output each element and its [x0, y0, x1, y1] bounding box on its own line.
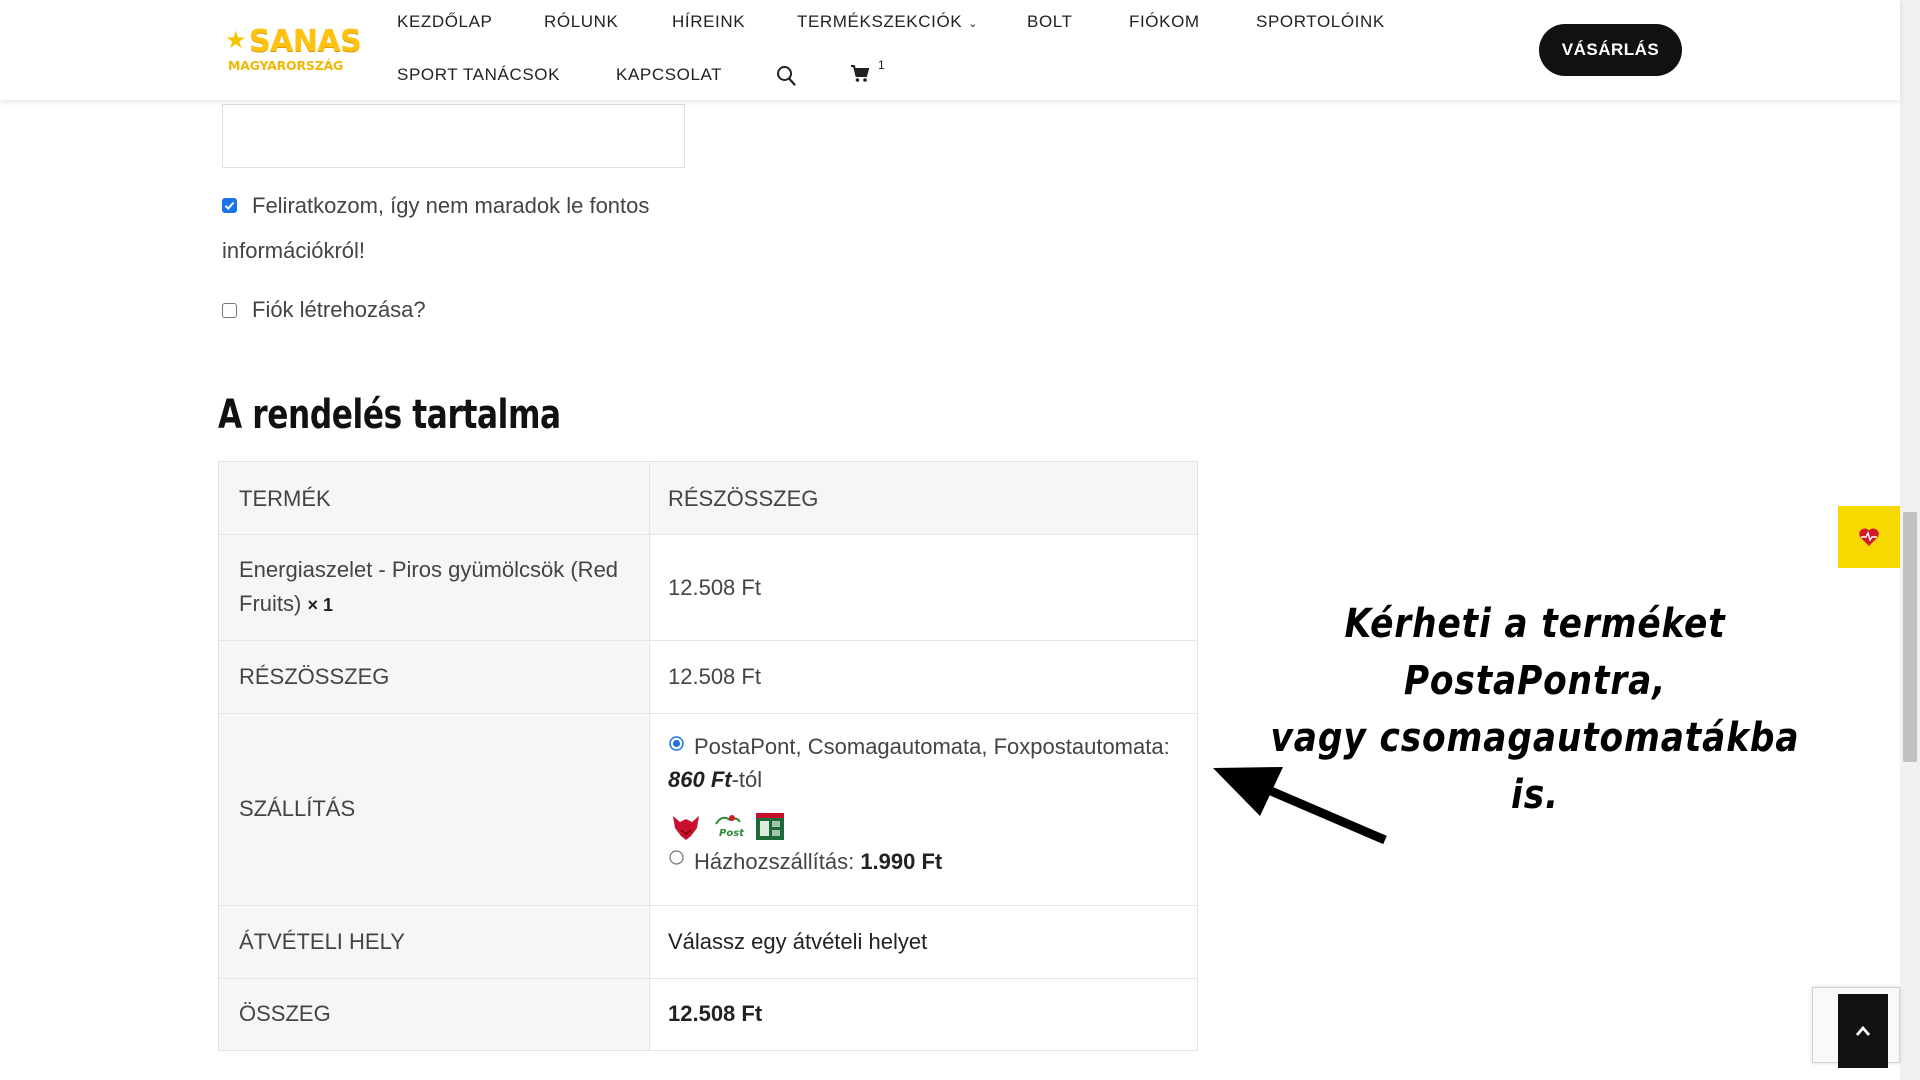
shipping-label: SZÁLLÍTÁS: [239, 796, 356, 821]
newsletter-label-line2: információkról!: [222, 238, 366, 263]
table-row-pickup-point: ÁTVÉTELI HELY Válassz egy átvételi helye…: [219, 906, 1197, 979]
order-review-table: TERMÉK RÉSZÖSSZEG Energiaszelet - Piros …: [218, 461, 1198, 1051]
favorites-button[interactable]: [1838, 506, 1900, 568]
nav-item-shop[interactable]: BOLT: [1027, 12, 1073, 32]
subtotal-value: 12.508 Ft: [668, 664, 761, 689]
search-icon[interactable]: [776, 65, 796, 87]
annotation-arrow-icon: [1213, 767, 1387, 845]
heart-pulse-icon: [1859, 528, 1879, 546]
chevron-up-icon: [1855, 1025, 1871, 1036]
nav-item-product-sections[interactable]: TERMÉKSZEKCIÓK ⌄: [797, 12, 978, 32]
scrollbar-thumb[interactable]: [1903, 512, 1917, 762]
product-name-end: Fruits): [239, 591, 302, 616]
buy-button[interactable]: VÁSÁRLÁS: [1539, 24, 1682, 76]
pickup-select-link[interactable]: Válassz egy átvételi helyet: [668, 925, 927, 959]
newsletter-checkbox[interactable]: [222, 198, 237, 213]
nav-item-account[interactable]: FIÓKOM: [1129, 12, 1200, 32]
order-review-title: A rendelés tartalma: [218, 392, 561, 438]
product-name-line2: Fruits) × 1: [239, 587, 333, 622]
home-delivery-price: 1.990 Ft: [860, 849, 943, 874]
logo-text: SANAS: [249, 24, 362, 59]
shipping-option-postapont-price: 860 Ft-tól: [668, 763, 762, 797]
nav-item-athletes[interactable]: SPORTOLÓINK: [1256, 12, 1385, 32]
table-row-subtotal: RÉSZÖSSZEG 12.508 Ft: [219, 641, 1197, 714]
table-row-shipping: SZÁLLÍTÁS PostaPont, Csomagautomata, Fox…: [219, 714, 1197, 906]
order-notes-textarea[interactable]: [222, 104, 685, 168]
newsletter-label-line1: Feliratkozom, így nem maradok le fontos: [252, 193, 650, 218]
fox-icon: [673, 816, 699, 840]
site-header: ★ SANAS MAGYARORSZÁG KEZDŐLAP RÓLUNK HÍR…: [0, 0, 1900, 100]
cart-count-badge: 1: [878, 58, 885, 72]
product-quantity: × 1: [307, 595, 333, 615]
table-row-total: ÖSSZEG 12.508 Ft: [219, 979, 1197, 1050]
product-name-line1: Energiaszelet - Piros gyümölcsök (Red: [239, 557, 619, 582]
column-header-product: TERMÉK: [239, 486, 331, 511]
shipping-option-postapont-label: PostaPont, Csomagautomata, Foxpostautoma…: [694, 734, 1170, 759]
product-price: 12.508 Ft: [668, 575, 761, 600]
shipping-option-home-delivery-label: Házhozszállítás: 1.990 Ft: [694, 845, 942, 879]
create-account-label: Fiók létrehozása?: [252, 297, 426, 322]
chevron-down-icon: ⌄: [968, 17, 979, 30]
nav-item-sport-tips[interactable]: SPORT TANÁCSOK: [397, 65, 560, 85]
nav-item-contact[interactable]: KAPCSOLAT: [616, 65, 722, 85]
nav-item-label: TERMÉKSZEKCIÓK: [797, 12, 963, 31]
total-label: ÖSSZEG: [239, 1001, 331, 1026]
nav-item-home[interactable]: KEZDŐLAP: [397, 12, 493, 32]
logo-subtext: MAGYARORSZÁG: [228, 58, 344, 73]
shipping-option-home-delivery-radio[interactable]: [669, 850, 684, 865]
site-logo[interactable]: ★ SANAS MAGYARORSZÁG: [225, 24, 362, 76]
nav-item-about[interactable]: RÓLUNK: [544, 12, 618, 32]
shipping-price-amount: 860 Ft: [668, 767, 732, 792]
subtotal-label: RÉSZÖSSZEG: [239, 664, 390, 689]
table-row-product: Energiaszelet - Piros gyümölcsök (Red Fr…: [219, 535, 1197, 641]
posta-icon: Posta: [715, 815, 744, 839]
svg-text:Posta: Posta: [719, 828, 744, 839]
parcel-locker-icon: [756, 813, 784, 840]
create-account-checkbox[interactable]: [222, 303, 237, 318]
pickup-label: ÁTVÉTELI HELY: [239, 929, 405, 954]
back-to-top-button[interactable]: [1838, 994, 1888, 1068]
cart-icon[interactable]: [850, 64, 870, 84]
shipping-option-postapont-radio[interactable]: [669, 736, 684, 751]
shipping-price-suffix: -tól: [731, 767, 763, 792]
nav-item-news[interactable]: HÍREINK: [672, 12, 745, 32]
star-icon: ★: [225, 26, 247, 54]
table-header-row: TERMÉK RÉSZÖSSZEG: [219, 462, 1197, 535]
total-value: 12.508 Ft: [668, 1001, 763, 1026]
annotation-line1: Kérheti a terméket PostaPontra,: [1344, 601, 1726, 704]
column-header-subtotal: RÉSZÖSSZEG: [668, 486, 819, 511]
home-delivery-text: Házhozszállítás:: [694, 849, 855, 874]
